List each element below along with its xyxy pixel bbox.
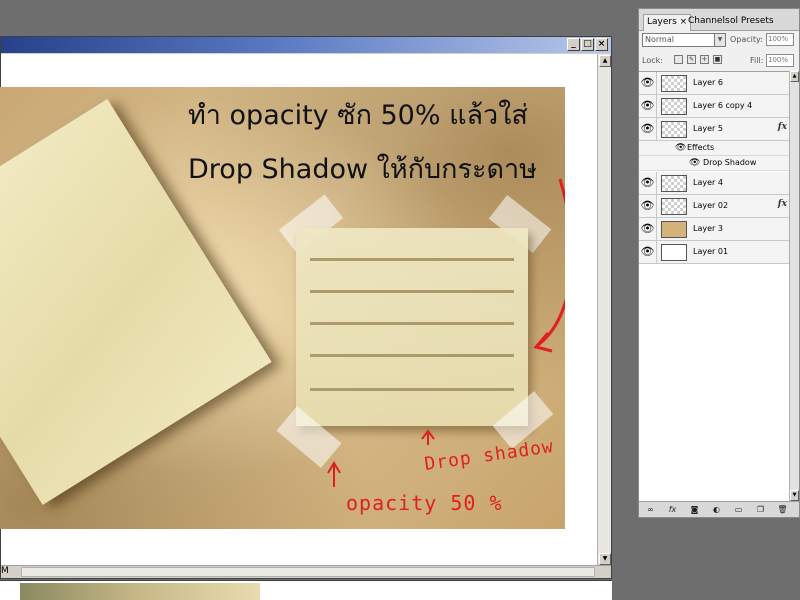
layers-list-scrollbar[interactable]: ▲ ▼ <box>789 71 799 501</box>
close-button[interactable]: × <box>595 38 608 51</box>
window-controls: _ □ × <box>567 38 608 51</box>
trash-icon[interactable]: 🗑 <box>777 505 788 515</box>
layers-panel: Layers × Channels ol Presets Normal ▼ Op… <box>638 8 800 518</box>
scroll-up-arrow[interactable]: ▲ <box>599 55 611 67</box>
layer-name: Layer 02 <box>693 201 729 210</box>
group-folder-icon[interactable]: ▭ <box>733 505 744 515</box>
opacity-field[interactable]: 100% <box>766 33 794 46</box>
artwork-canvas: ทำ opacity ซัก 50% แล้วใส่ Drop Shadow ใ… <box>0 87 565 529</box>
drop-shadow-row[interactable]: 👁 Drop Shadow <box>639 156 789 171</box>
fx-icon[interactable]: fx <box>667 505 678 515</box>
visibility-eye-icon[interactable]: 👁 <box>639 172 657 194</box>
layer-name: Layer 01 <box>693 247 729 256</box>
visibility-eye-icon[interactable]: 👁 <box>639 72 657 94</box>
layer-thumbnail <box>661 121 687 138</box>
blend-mode-select[interactable]: Normal ▼ <box>642 33 726 47</box>
layers-list: 👁 Layer 6 👁 Layer 6 copy 4 👁 Layer 5 fx … <box>639 71 799 501</box>
scroll-up-arrow[interactable]: ▲ <box>790 71 799 82</box>
layer-thumbnail <box>661 75 687 92</box>
layer-row[interactable]: 👁 Layer 5 fx <box>639 118 789 141</box>
annotation-arrows <box>327 178 565 487</box>
layers-panel-footer: ∞ fx ◙ ◐ ▭ ❐ 🗑 <box>639 501 799 517</box>
lock-all-icon[interactable]: ■ <box>713 55 722 64</box>
layer-row[interactable]: 👁 Layer 6 <box>639 72 789 95</box>
layer-name: Layer 6 copy 4 <box>693 101 753 110</box>
status-text: M <box>1 566 9 576</box>
layer-name: Layer 5 <box>693 124 723 133</box>
second-document-artwork <box>20 583 260 600</box>
fill-label: Fill: <box>750 56 764 65</box>
layer-thumbnail <box>661 98 687 115</box>
document-horizontal-scrollbar[interactable] <box>21 567 595 577</box>
visibility-eye-icon[interactable]: 👁 <box>639 95 657 117</box>
scroll-down-arrow[interactable]: ▼ <box>599 553 611 565</box>
layer-row[interactable]: 👁 Layer 02 fx <box>639 195 789 218</box>
layer-row[interactable]: 👁 Layer 6 copy 4 <box>639 95 789 118</box>
effects-row[interactable]: 👁 Effects <box>639 141 789 156</box>
layer-row[interactable]: 👁 Layer 3 <box>639 218 789 241</box>
tab-channels[interactable]: Channels <box>685 14 733 31</box>
chevron-down-icon: ▼ <box>714 34 725 46</box>
layer-row[interactable]: 👁 Layer 01 <box>639 241 789 264</box>
mask-icon[interactable]: ◙ <box>689 505 700 515</box>
tab-tool-presets[interactable]: ol Presets <box>727 14 777 31</box>
lock-position-icon[interactable]: ✛ <box>700 55 709 64</box>
visibility-eye-icon[interactable]: 👁 <box>639 195 657 217</box>
visibility-eye-icon[interactable]: 👁 <box>639 118 657 140</box>
lock-pixels-icon[interactable]: ✎ <box>687 55 696 64</box>
up-arrow-icon <box>421 429 435 445</box>
tab-layers[interactable]: Layers × <box>643 14 692 31</box>
lock-row: Lock: ✎ ✛ ■ Fill: 100% <box>642 54 798 68</box>
lock-label: Lock: <box>642 56 663 65</box>
layer-row[interactable]: 👁 Layer 4 <box>639 172 789 195</box>
lock-transparency-icon[interactable] <box>674 55 683 64</box>
up-arrow-icon <box>327 461 341 487</box>
layer-thumbnail <box>661 244 687 261</box>
document-statusbar: M <box>1 565 611 578</box>
document-titlebar[interactable]: _ □ × <box>1 37 611 53</box>
link-icon[interactable]: ∞ <box>645 505 656 515</box>
visibility-eye-icon[interactable]: 👁 <box>689 156 700 171</box>
drop-shadow-label: Drop Shadow <box>703 158 757 167</box>
visibility-eye-icon[interactable]: 👁 <box>675 141 686 156</box>
curved-arrow-icon <box>537 178 565 347</box>
blend-row: Normal ▼ Opacity: 100% <box>642 33 798 48</box>
adjustment-icon[interactable]: ◐ <box>711 505 722 515</box>
blend-mode-value: Normal <box>645 35 674 44</box>
fx-badge[interactable]: fx <box>778 122 787 132</box>
opacity-label: Opacity: <box>730 35 763 44</box>
layer-thumbnail <box>661 175 687 192</box>
panel-tabs: Layers × Channels ol Presets <box>639 9 799 31</box>
layer-thumbnail <box>661 198 687 215</box>
layer-name: Layer 3 <box>693 224 723 233</box>
workspace-background <box>612 0 638 600</box>
minimize-button[interactable]: _ <box>567 38 580 51</box>
document-vertical-scrollbar[interactable]: ▲ ▼ <box>597 54 611 566</box>
layer-name: Layer 6 <box>693 78 723 87</box>
visibility-eye-icon[interactable]: 👁 <box>639 241 657 263</box>
layer-name: Layer 4 <box>693 178 723 187</box>
fx-badge[interactable]: fx <box>778 199 787 209</box>
scroll-down-arrow[interactable]: ▼ <box>790 490 799 501</box>
visibility-eye-icon[interactable]: 👁 <box>639 218 657 240</box>
maximize-button[interactable]: □ <box>581 38 594 51</box>
new-layer-icon[interactable]: ❐ <box>755 505 766 515</box>
layer-thumbnail <box>661 221 687 238</box>
fill-field[interactable]: 100% <box>766 54 794 67</box>
effects-label: Effects <box>687 143 715 152</box>
second-document-window[interactable] <box>0 580 612 600</box>
